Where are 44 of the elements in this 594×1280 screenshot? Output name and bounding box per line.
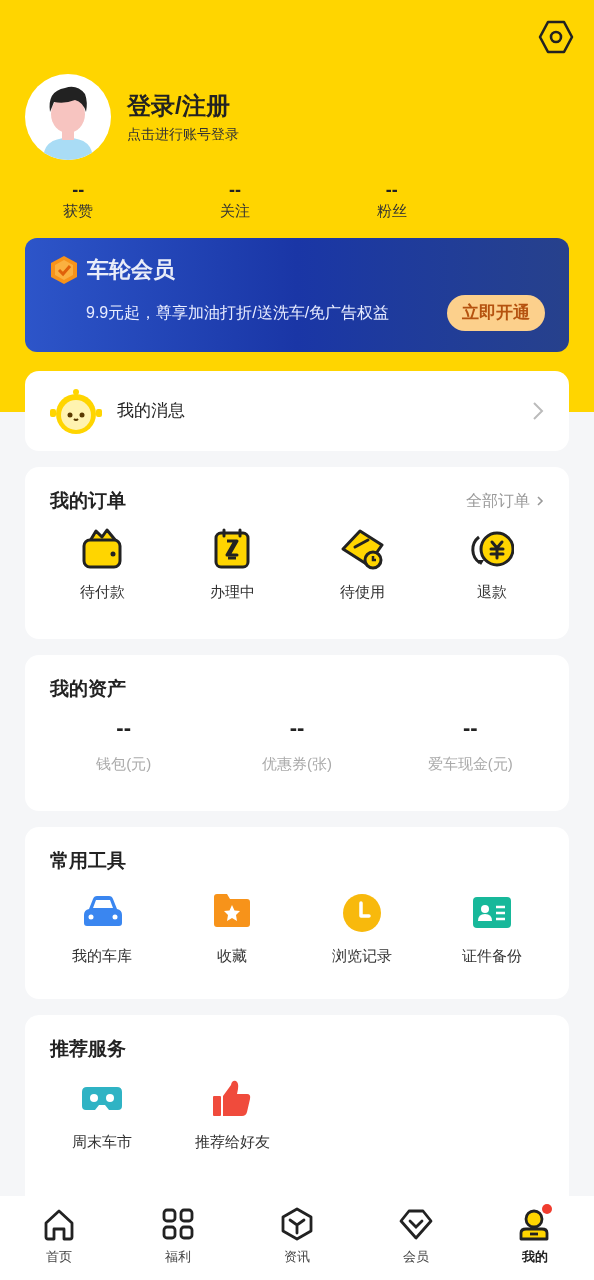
messages-label: 我的消息	[117, 400, 186, 423]
shortcut-item[interactable]: 周末车市	[37, 1077, 167, 1153]
asset-value: --	[463, 715, 478, 741]
chevron-right-icon	[536, 495, 544, 507]
ticket-clock-icon	[340, 527, 384, 571]
section-title: 常用工具	[49, 849, 127, 873]
stat-value: --	[385, 180, 398, 200]
stat-label: 关注	[220, 201, 250, 221]
login-hint: 点击进行账号登录	[127, 125, 239, 144]
asset-value: --	[116, 715, 131, 741]
settings-icon[interactable]	[538, 19, 574, 55]
clock-icon	[340, 891, 384, 935]
section-title: 我的资产	[49, 677, 127, 701]
messages-row[interactable]: 我的消息	[25, 371, 569, 451]
shortcut-item[interactable]: 证件备份	[427, 891, 557, 967]
section-title: 我的订单	[50, 489, 126, 513]
asset-value: --	[289, 715, 305, 741]
tab-item[interactable]: 福利	[118, 1206, 238, 1280]
shortcut-item[interactable]: 浏览记录	[297, 891, 427, 967]
section-title: 推荐服务	[48, 1037, 127, 1061]
robot-icon	[49, 387, 103, 435]
chevron-right-icon	[531, 400, 545, 422]
shortcut-item[interactable]: 待使用	[297, 527, 427, 603]
shortcut-item[interactable]: 推荐给好友	[167, 1077, 297, 1153]
tab-item[interactable]: 我的	[475, 1206, 594, 1280]
stat-label: 粉丝	[376, 201, 407, 221]
cube-icon	[279, 1206, 315, 1242]
tab-item[interactable]: 会员	[356, 1206, 476, 1280]
stat-value: --	[72, 180, 85, 200]
stat-value: --	[229, 180, 241, 200]
shortcut-item[interactable]: 退款	[427, 527, 557, 603]
stat-label: 获赞	[63, 201, 94, 221]
shortcut-item[interactable]: 收藏	[167, 891, 297, 967]
tab-item[interactable]: 资讯	[237, 1206, 357, 1280]
login-title[interactable]: 登录/注册	[127, 90, 239, 122]
badge-icon	[49, 255, 79, 285]
tab-item[interactable]: 首页	[0, 1206, 119, 1280]
shortcut-item[interactable]: 我的车库	[37, 891, 167, 967]
membership-description: 9.9元起，尊享加油打折/送洗车/免广告权益	[86, 303, 390, 323]
membership-title: 车轮会员	[87, 256, 175, 284]
shortcut-item[interactable]: 待付款	[37, 527, 167, 603]
wallet-icon	[80, 527, 124, 571]
shortcut-item[interactable]: 办理中	[167, 527, 297, 603]
membership-banner[interactable]: 车轮会员 9.9元起，尊享加油打折/送洗车/免广告权益 立即开通	[25, 238, 569, 352]
